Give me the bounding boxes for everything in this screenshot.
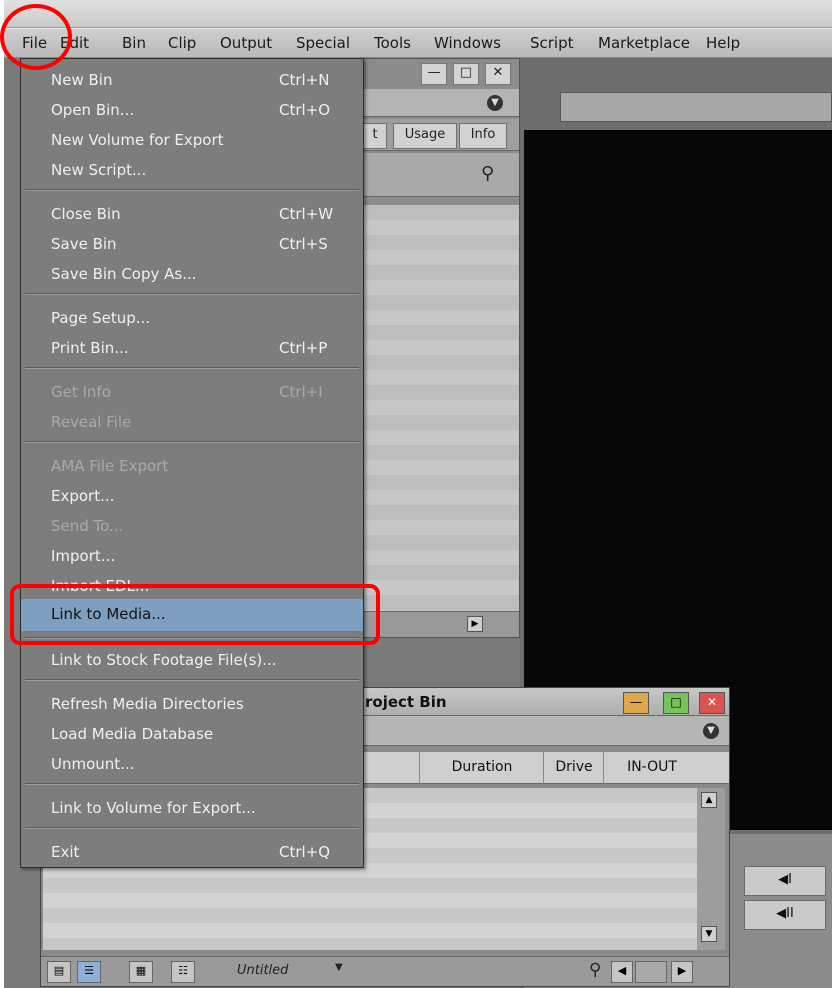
menu-bar: File Edit Bin Clip Output Special Tools …: [4, 28, 832, 58]
scroll-down-icon[interactable]: ▼: [701, 926, 717, 942]
step-back-frames-button[interactable]: ◀II: [744, 900, 826, 930]
menu-item-print-bin[interactable]: Print Bin... Ctrl+P: [21, 335, 363, 363]
menu-item-link-to-stock-footage[interactable]: Link to Stock Footage File(s)...: [21, 647, 363, 675]
vertical-scrollbar[interactable]: ▲ ▼: [697, 788, 725, 950]
menu-item-save-bin[interactable]: Save Bin Ctrl+S: [21, 231, 363, 259]
minimize-icon[interactable]: —: [421, 63, 447, 85]
menu-windows[interactable]: Windows: [434, 34, 501, 52]
menu-separator: [25, 189, 359, 191]
menu-clip[interactable]: Clip: [168, 34, 196, 52]
menu-item-new-bin[interactable]: New Bin Ctrl+N: [21, 67, 363, 95]
chevron-down-icon[interactable]: ▼: [703, 723, 719, 739]
scroll-up-icon[interactable]: ▲: [701, 792, 717, 808]
menu-item-exit[interactable]: Exit Ctrl+Q: [21, 839, 363, 867]
menu-item-save-bin-copy-as[interactable]: Save Bin Copy As...: [21, 261, 363, 289]
menu-separator: [25, 293, 359, 295]
menu-item-new-script[interactable]: New Script...: [21, 157, 363, 185]
column-in-out[interactable]: IN-OUT: [603, 752, 700, 784]
script-view-icon[interactable]: ☷: [171, 961, 195, 983]
menu-item-import[interactable]: Import...: [21, 543, 363, 571]
maximize-icon[interactable]: □: [663, 692, 689, 714]
tab-usage[interactable]: Usage: [393, 123, 457, 149]
close-icon[interactable]: ✕: [699, 692, 725, 714]
menu-item-link-to-volume-for-export[interactable]: Link to Volume for Export...: [21, 795, 363, 823]
menu-output[interactable]: Output: [220, 34, 272, 52]
text-view-icon[interactable]: ☰: [77, 961, 101, 983]
menu-marketplace[interactable]: Marketplace: [598, 34, 690, 52]
menu-separator: [25, 679, 359, 681]
column-drive[interactable]: Drive: [543, 752, 604, 784]
close-icon[interactable]: ✕: [485, 63, 511, 85]
minimize-icon[interactable]: —: [623, 692, 649, 714]
tab-text[interactable]: t: [363, 123, 387, 149]
menu-item-refresh-media-directories[interactable]: Refresh Media Directories: [21, 691, 363, 719]
project-bin-title: roject Bin: [365, 693, 447, 711]
menu-item-load-media-database[interactable]: Load Media Database: [21, 721, 363, 749]
menu-separator: [25, 827, 359, 829]
search-icon[interactable]: ⚲: [589, 960, 601, 980]
menu-script[interactable]: Script: [530, 34, 574, 52]
app-window: File Edit Bin Clip Output Special Tools …: [4, 0, 832, 988]
menu-item-unmount[interactable]: Unmount...: [21, 751, 363, 779]
scroll-left-icon[interactable]: ◀: [611, 961, 633, 983]
menu-item-send-to: Send To...: [51, 517, 124, 535]
monitor-menu-bar[interactable]: [560, 92, 832, 122]
menu-help[interactable]: Help: [706, 34, 740, 52]
menu-item-close-bin[interactable]: Close Bin Ctrl+W: [21, 201, 363, 229]
tab-info[interactable]: Info: [459, 123, 507, 149]
menu-item-ama-file-export: AMA File Export: [51, 457, 169, 475]
menu-bin[interactable]: Bin: [122, 34, 146, 52]
menu-separator: [25, 441, 359, 443]
maximize-icon[interactable]: □: [453, 63, 479, 85]
scroll-right-icon[interactable]: ▶: [467, 616, 483, 632]
menu-separator: [25, 783, 359, 785]
horizontal-scroll-thumb[interactable]: [635, 961, 667, 983]
menu-special[interactable]: Special: [296, 34, 350, 52]
menu-separator: [25, 367, 359, 369]
frame-view-icon[interactable]: ▤: [47, 961, 71, 983]
menu-item-open-bin[interactable]: Open Bin... Ctrl+O: [21, 97, 363, 125]
thumbnail-view-icon[interactable]: ▦: [129, 961, 153, 983]
view-chevron-down-icon[interactable]: ▼: [335, 962, 343, 973]
file-menu-annotation-circle: [0, 4, 72, 70]
menu-item-new-volume-for-export[interactable]: New Volume for Export: [21, 127, 363, 155]
link-to-media-annotation-box: [10, 584, 380, 645]
column-duration[interactable]: Duration: [419, 752, 544, 784]
chevron-down-icon[interactable]: ▼: [487, 95, 503, 111]
menu-tools[interactable]: Tools: [374, 34, 411, 52]
step-back-button[interactable]: ◀I: [744, 866, 826, 896]
bin-view-name[interactable]: Untitled: [237, 963, 288, 978]
project-bin-bottom-bar: ▤ ☰ ▦ ☷ Untitled ▼ ⚲ ◀ ▶: [41, 956, 729, 986]
file-menu-dropdown: New Bin Ctrl+N Open Bin... Ctrl+O New Volu…: [20, 58, 364, 868]
menu-item-export[interactable]: Export...: [21, 483, 363, 511]
search-icon[interactable]: ⚲: [481, 163, 494, 184]
window-title-strip: [4, 0, 832, 28]
scroll-right-icon[interactable]: ▶: [671, 961, 693, 983]
menu-item-page-setup[interactable]: Page Setup...: [21, 305, 363, 333]
menu-item-reveal-file: Reveal File: [51, 413, 132, 431]
menu-item-get-info: Get Info Ctrl+I: [51, 383, 323, 401]
